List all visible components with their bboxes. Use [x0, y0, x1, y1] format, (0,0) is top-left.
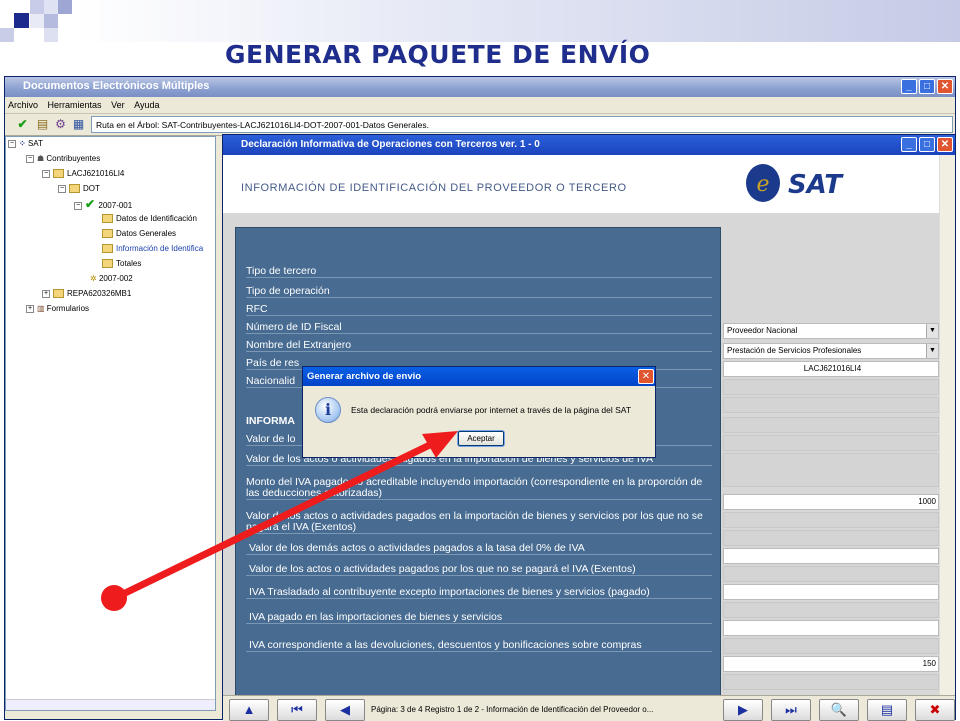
dialog-message: Esta declaración podrá enviarse por inte…	[351, 405, 632, 415]
tree-node-formularios[interactable]: + ▥ Formularios	[26, 302, 89, 316]
delete-icon: ✖	[929, 702, 941, 717]
form-heading: INFORMACIÓN DE IDENTIFICACIÓN DEL PROVEE…	[241, 182, 627, 194]
form-close-button[interactable]: ✕	[937, 137, 953, 152]
app-titlebar: Documentos Electrónicos Múltiples _ □ ✕	[5, 77, 955, 97]
close-button[interactable]: ✕	[937, 79, 953, 94]
tipo-operacion-select[interactable]: Prestación de Servicios Profesionales ▼	[723, 343, 939, 359]
chevron-down-icon: ▼	[926, 324, 938, 338]
documents-icon: ▤	[880, 702, 894, 717]
label-row-7: IVA pagado en las importaciones de biene…	[246, 612, 712, 624]
tree-scrollbar[interactable]	[6, 699, 215, 710]
slide-title: GENERAR PAQUETE DE ENVÍO	[225, 40, 651, 69]
document-icon[interactable]: ▦	[71, 117, 86, 132]
label-row-4: Valor de los demás actos o actividades p…	[246, 543, 712, 555]
row-4-field[interactable]	[723, 602, 939, 618]
nav-prev-button[interactable]: ◀	[325, 699, 365, 721]
row-2-field[interactable]	[723, 530, 939, 546]
tree-node-datos-generales[interactable]: Datos Generales	[102, 227, 176, 241]
minimize-button[interactable]: _	[901, 79, 917, 94]
export-button[interactable]: ▤	[867, 699, 907, 721]
tree-panel: − ⁘ SAT − ☗ Contribuyentes − LACJ621016LI4 …	[5, 136, 216, 711]
label-id-fiscal: Número de ID Fiscal	[246, 322, 712, 334]
app-title: Documentos Electrónicos Múltiples	[23, 80, 210, 92]
nav-first-button[interactable]: ⏮	[277, 699, 317, 721]
menu-ver[interactable]: Ver	[111, 100, 125, 110]
svg-text:e: e	[756, 172, 769, 197]
send-file-dialog: Generar archivo de envio ✕ i Esta declar…	[302, 366, 656, 458]
nacionalidad-field[interactable]	[723, 435, 939, 451]
menu-bar: Archivo Herramientas Ver Ayuda	[5, 97, 955, 114]
tree-node-rfc2[interactable]: + REPA620326MB1	[42, 287, 131, 301]
menu-ayuda[interactable]: Ayuda	[134, 100, 159, 110]
label-row-2: Monto del IVA pagado no acreditable incl…	[246, 477, 712, 500]
nav-status: Página: 3 de 4 Registro 1 de 2 - Informa…	[371, 705, 654, 714]
nav-next-button[interactable]: ▶	[723, 699, 763, 721]
tree-node-totales[interactable]: Totales	[102, 257, 141, 271]
nombre-extranjero-field[interactable]	[723, 397, 939, 413]
form-restore-button[interactable]: □	[919, 137, 935, 152]
row-3b-field[interactable]	[723, 584, 939, 600]
row-3-field[interactable]	[723, 566, 939, 582]
form-scrollbar[interactable]	[939, 155, 955, 699]
sat-logo: e SAT	[746, 164, 844, 202]
printer-icon[interactable]: ▤	[35, 117, 50, 132]
row-6-field[interactable]: 150	[723, 656, 939, 672]
label-tipo-operacion: Tipo de operación	[246, 286, 712, 298]
tree-node-contribuyentes[interactable]: − ☗ Contribuyentes	[26, 152, 100, 166]
form-header: INFORMACIÓN DE IDENTIFICACIÓN DEL PROVEE…	[223, 155, 939, 213]
maximize-button[interactable]: □	[919, 79, 935, 94]
slide-deco	[0, 0, 960, 44]
form-titlebar: Declaración Informativa de Operaciones c…	[223, 135, 955, 155]
tree-node-dot[interactable]: − DOT	[58, 182, 100, 196]
label-row-5: Valor de los actos o actividades pagados…	[246, 564, 712, 576]
id-fiscal-field[interactable]	[723, 379, 939, 395]
tipo-tercero-select[interactable]: Proveedor Nacional ▼	[723, 323, 939, 339]
labels-panel: Tipo de tercero Tipo de operación RFC Nú…	[235, 227, 721, 697]
tree-node-datos-identificacion[interactable]: Datos de Identificación	[102, 212, 197, 226]
label-tipo-tercero: Tipo de tercero	[246, 266, 712, 278]
tree-node-2007-001[interactable]: − ✔ 2007-001	[74, 197, 132, 211]
row-7-field[interactable]	[723, 674, 939, 690]
row-5-field[interactable]	[723, 620, 939, 636]
search-button[interactable]: 🔍	[819, 699, 859, 721]
form-minimize-button[interactable]: _	[901, 137, 917, 152]
rfc-field[interactable]: LACJ621016LI4	[723, 361, 939, 377]
magnifier-icon: 🔍	[830, 702, 848, 717]
valor-actos-field[interactable]: 1000	[723, 494, 939, 510]
form-title: Declaración Informativa de Operaciones c…	[241, 139, 540, 150]
info-icon: i	[315, 397, 341, 423]
accept-button[interactable]: Aceptar	[458, 431, 504, 446]
nav-last-button[interactable]: ⏭	[771, 699, 811, 721]
label-nombre-extranjero: Nombre del Extranjero	[246, 340, 712, 352]
delete-button[interactable]: ✖	[915, 699, 955, 721]
tree-path: Ruta en el Árbol: SAT-Contribuyentes-LAC…	[91, 116, 953, 133]
svg-text:SAT: SAT	[788, 170, 844, 200]
check-icon[interactable]: ✔	[15, 117, 30, 132]
label-rfc: RFC	[246, 304, 712, 316]
tree-node-2007-002[interactable]: ✲ 2007-002	[90, 272, 133, 286]
dialog-title: Generar archivo de envio	[303, 367, 655, 386]
dialog-close-button[interactable]: ✕	[638, 369, 654, 384]
label-row-6: IVA Trasladado al contribuyente excepto …	[246, 587, 712, 599]
toolbar: ✔ ▤ ⚙ ▦ Ruta en el Árbol: SAT-Contribuye…	[5, 114, 955, 136]
row-1-field[interactable]	[723, 512, 939, 528]
label-row-8: IVA correspondiente a las devoluciones, …	[246, 640, 712, 652]
menu-archivo[interactable]: Archivo	[8, 100, 38, 110]
menu-herramientas[interactable]: Herramientas	[48, 100, 102, 110]
nav-up-button[interactable]: ▲	[229, 699, 269, 721]
row-2b-field[interactable]	[723, 548, 939, 564]
label-row-3: Valor de los actos o actividades pagados…	[246, 511, 712, 534]
chevron-down-icon: ▼	[926, 344, 938, 358]
tools-icon[interactable]: ⚙	[53, 117, 68, 132]
navigation-bar: ▲ ⏮ ◀ Página: 3 de 4 Registro 1 de 2 - I…	[223, 695, 955, 721]
tree-node-sat[interactable]: − ⁘ SAT	[8, 137, 43, 151]
row-5b-field[interactable]	[723, 638, 939, 654]
pais-field[interactable]	[723, 417, 939, 433]
section-bar	[723, 453, 939, 487]
tree-node-rfc1[interactable]: − LACJ621016LI4	[42, 167, 124, 181]
tree-node-informacion[interactable]: Información de Identifica	[102, 242, 203, 256]
